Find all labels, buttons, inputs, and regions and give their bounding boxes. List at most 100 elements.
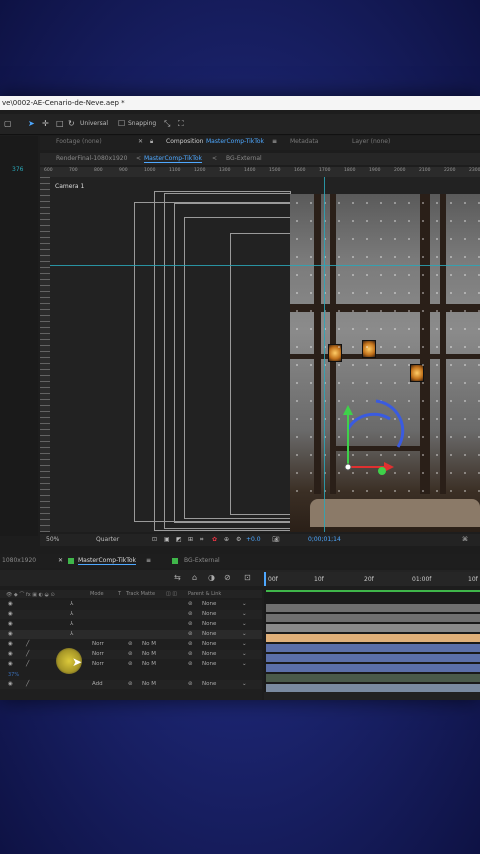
- comp-flowchart-icon[interactable]: ⊡: [244, 573, 251, 582]
- panel-menu-icon[interactable]: ≡: [272, 138, 277, 145]
- shy-layers-icon[interactable]: ⇆: [174, 573, 181, 582]
- 3d-gizmo[interactable]: [332, 399, 422, 489]
- lock-icon[interactable]: 🔒︎: [150, 138, 153, 146]
- playhead[interactable]: [264, 572, 266, 586]
- pick-whip-icon[interactable]: ⊚: [188, 681, 193, 687]
- layer-parent-dropdown[interactable]: None: [202, 601, 216, 607]
- panel-menu-icon[interactable]: ≡: [146, 557, 151, 564]
- layer-bar[interactable]: [266, 634, 480, 642]
- tab-composition-label[interactable]: Composition: [166, 138, 203, 145]
- exposure-value[interactable]: +0.0: [246, 536, 261, 543]
- tab-footage[interactable]: Footage (none): [56, 138, 102, 145]
- hand-icon[interactable]: ▢: [4, 119, 12, 128]
- layer-parent-dropdown[interactable]: None: [202, 621, 216, 627]
- layer-row[interactable]: ◉ ╱ Add ⊚ No M ⊚ None ⌄: [0, 680, 262, 689]
- motion-blur-switch-icon[interactable]: ◑: [208, 573, 215, 582]
- selection-tool-icon[interactable]: ➤: [28, 119, 35, 128]
- viewer-tab-master[interactable]: MasterComp-TikTok: [144, 155, 203, 163]
- pick-whip-icon[interactable]: ⊚: [188, 601, 193, 607]
- layer-row[interactable]: ◉ ⅄ ⊚ None ⌄: [0, 630, 262, 639]
- visibility-eye-icon[interactable]: ◉: [8, 611, 13, 617]
- viewer-tab-bg[interactable]: BG-External: [226, 155, 262, 162]
- close-icon[interactable]: ✕: [58, 557, 63, 564]
- viewer-tab-render[interactable]: RenderFinal-1080x1920: [56, 155, 127, 162]
- timeline-tab-render[interactable]: 1080x1920: [2, 557, 36, 564]
- pen-icon[interactable]: ╱: [26, 661, 29, 667]
- layer-bar[interactable]: [266, 614, 480, 622]
- layer-parent-dropdown[interactable]: None: [202, 661, 216, 667]
- visibility-eye-icon[interactable]: ◉: [8, 621, 13, 627]
- move-tool-icon[interactable]: ✛: [42, 119, 49, 128]
- layer-matte-dropdown[interactable]: No M: [142, 681, 156, 687]
- visibility-eye-icon[interactable]: ◉: [8, 601, 13, 607]
- composition-viewer[interactable]: Camera 1: [50, 177, 480, 532]
- chevron-down-icon[interactable]: ⌄: [242, 641, 247, 647]
- layer-mode-dropdown[interactable]: Norr: [92, 651, 104, 657]
- chevron-down-icon[interactable]: ⌄: [242, 681, 247, 687]
- layer-matte-dropdown[interactable]: No M: [142, 661, 156, 667]
- chevron-down-icon[interactable]: ⌄: [242, 601, 247, 607]
- guides-icon[interactable]: ⌗: [200, 536, 203, 544]
- pen-icon[interactable]: ╱: [26, 651, 29, 657]
- time-ruler[interactable]: 00f 10f 20f 01:00f 10f: [264, 572, 480, 586]
- layer-bar[interactable]: [266, 624, 480, 632]
- tab-composition-name[interactable]: MasterComp-TikTok: [206, 138, 264, 145]
- pick-whip-icon[interactable]: ⊚: [188, 651, 193, 657]
- layer-parent-dropdown[interactable]: None: [202, 631, 216, 637]
- layer-bar[interactable]: [266, 684, 480, 692]
- layer-row[interactable]: ◉ ╱ Norr ⊚ No M ⊚ None ⌄: [0, 660, 262, 669]
- layer-bar[interactable]: [266, 664, 480, 672]
- chevron-down-icon[interactable]: ⌄: [242, 631, 247, 637]
- layer-matte-dropdown[interactable]: No M: [142, 641, 156, 647]
- layer-parent-dropdown[interactable]: None: [202, 651, 216, 657]
- layer-parent-dropdown[interactable]: None: [202, 641, 216, 647]
- timeline-tab-master[interactable]: MasterComp-TikTok: [78, 557, 137, 565]
- tab-layer[interactable]: Layer (none): [352, 138, 390, 145]
- current-time[interactable]: 0;00;01;14: [308, 536, 341, 543]
- snap-icon[interactable]: ⤡: [164, 119, 170, 129]
- visibility-eye-icon[interactable]: ◉: [8, 641, 13, 647]
- universal-mode-label[interactable]: Universal: [80, 120, 108, 127]
- layer-matte-dropdown[interactable]: No M: [142, 651, 156, 657]
- chevron-down-icon[interactable]: ⌄: [242, 661, 247, 667]
- snap-options-icon[interactable]: ⛶: [178, 119, 184, 129]
- color-icon[interactable]: ✿: [212, 536, 217, 543]
- visibility-eye-icon[interactable]: ◉: [8, 681, 13, 687]
- close-icon[interactable]: ✕: [138, 138, 143, 145]
- snapping-checkbox[interactable]: ☐: [118, 119, 125, 128]
- layer-bar[interactable]: [266, 644, 480, 652]
- zoom-dropdown[interactable]: 50%: [46, 536, 59, 543]
- layer-row[interactable]: ◉ ╱ Norr ⊚ No M ⊚ None ⌄: [0, 640, 262, 649]
- visibility-eye-icon[interactable]: ◉: [8, 661, 13, 667]
- layer-parent-dropdown[interactable]: None: [202, 681, 216, 687]
- mask-icon[interactable]: ◩: [176, 536, 182, 543]
- layer-bar[interactable]: [266, 604, 480, 612]
- vertical-guide[interactable]: [324, 177, 325, 532]
- pen-icon[interactable]: ╱: [26, 681, 29, 687]
- fast-preview-icon[interactable]: ⌘: [462, 536, 468, 543]
- layer-bar[interactable]: [266, 654, 480, 662]
- chevron-down-icon[interactable]: ⌄: [242, 651, 247, 657]
- layer-row[interactable]: ◉ ⅄ ⊚ None ⌄: [0, 600, 262, 609]
- settings-icon[interactable]: ⚙: [236, 536, 241, 543]
- camera-snapshot-icon[interactable]: 📷︎: [272, 536, 280, 543]
- rectangle-tool-icon[interactable]: □: [56, 119, 64, 128]
- visibility-eye-icon[interactable]: ◉: [8, 631, 13, 637]
- pick-whip-icon[interactable]: ⊚: [188, 641, 193, 647]
- region-of-interest-icon[interactable]: ⊡: [152, 536, 157, 543]
- layer-mode-dropdown[interactable]: Norr: [92, 661, 104, 667]
- motion-blur-icon[interactable]: ⊕: [224, 536, 229, 543]
- chevron-down-icon[interactable]: ⌄: [242, 611, 247, 617]
- pick-whip-icon[interactable]: ⊚: [188, 661, 193, 667]
- layer-bar[interactable]: [266, 674, 480, 682]
- pick-whip-icon[interactable]: ⊚: [188, 631, 193, 637]
- frame-blending-icon[interactable]: ⌂: [192, 573, 197, 582]
- timeline-zoom-bar[interactable]: [264, 692, 480, 700]
- horizontal-guide[interactable]: [50, 265, 480, 266]
- quality-dropdown[interactable]: Quarter: [96, 536, 119, 543]
- timeline-tab-bg[interactable]: BG-External: [184, 557, 220, 564]
- visibility-eye-icon[interactable]: ◉: [8, 651, 13, 657]
- layer-parent-dropdown[interactable]: None: [202, 611, 216, 617]
- pen-icon[interactable]: ╱: [26, 641, 29, 647]
- work-area-bar[interactable]: [266, 590, 480, 592]
